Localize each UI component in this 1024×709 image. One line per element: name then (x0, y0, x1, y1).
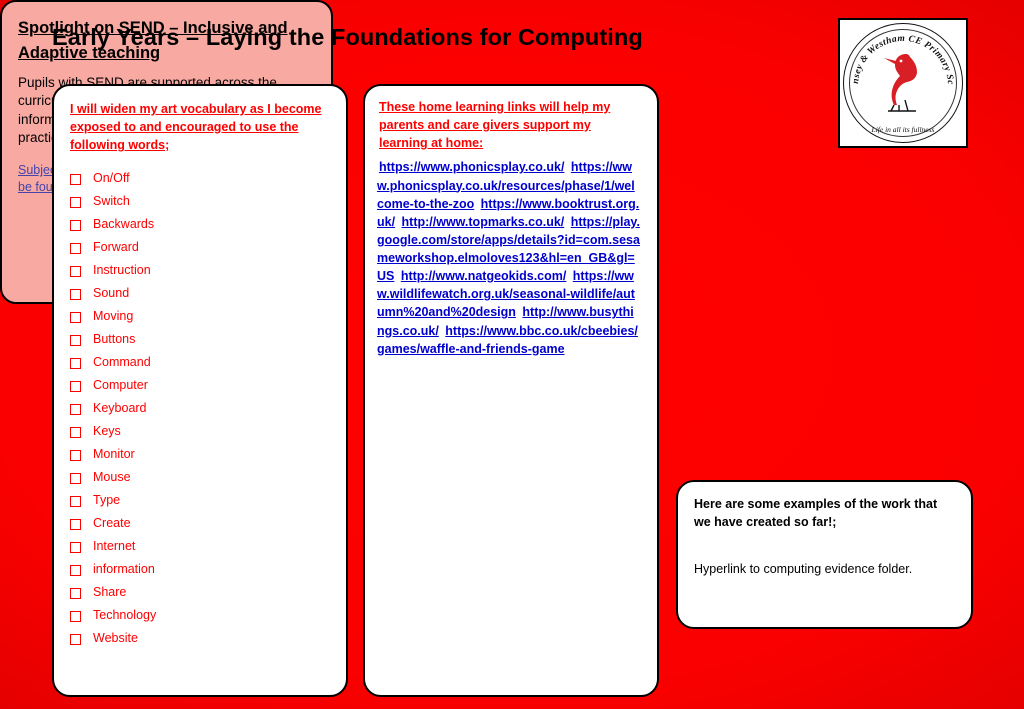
vocabulary-word: Backwards (93, 217, 155, 232)
square-bullet-icon (70, 496, 81, 508)
square-bullet-icon (70, 312, 81, 324)
list-item: Command (70, 355, 330, 370)
vocabulary-word: Keyboard (93, 401, 147, 416)
square-bullet-icon (70, 634, 81, 646)
square-bullet-icon (70, 197, 81, 209)
square-bullet-icon (70, 565, 81, 577)
list-item: information (70, 562, 330, 577)
square-bullet-icon (70, 358, 81, 370)
list-item: Buttons (70, 332, 330, 347)
logo-circle: Pevensey & Westham CE Primary School Lif… (843, 23, 963, 143)
list-item: Sound (70, 286, 330, 301)
vocabulary-word: Command (93, 355, 151, 370)
vocabulary-word: information (93, 562, 155, 577)
examples-heading: Here are some examples of the work that … (694, 497, 938, 529)
list-item: Mouse (70, 470, 330, 485)
home-learning-link[interactable]: http://www.natgeokids.com/ (399, 269, 567, 283)
list-item: Create (70, 516, 330, 531)
square-bullet-icon (70, 473, 81, 485)
square-bullet-icon (70, 450, 81, 462)
vocabulary-word: Mouse (93, 470, 131, 485)
home-learning-link[interactable]: https://www.phonicsplay.co.uk/ (377, 160, 564, 174)
square-bullet-icon (70, 588, 81, 600)
vocabulary-word: Create (93, 516, 131, 531)
square-bullet-icon (70, 243, 81, 255)
vocabulary-word: Moving (93, 309, 134, 324)
square-bullet-icon (70, 220, 81, 232)
links-heading: These home learning links will help my p… (379, 100, 611, 151)
page-title: Early Years – Laying the Foundations for… (52, 24, 643, 50)
vocabulary-word: Website (93, 631, 138, 646)
list-item: Share (70, 585, 330, 600)
list-item: Instruction (70, 263, 330, 278)
square-bullet-icon (70, 519, 81, 531)
vocabulary-word: Technology (93, 608, 157, 623)
vocabulary-heading: I will widen my art vocabulary as I beco… (70, 102, 322, 153)
square-bullet-icon (70, 611, 81, 623)
square-bullet-icon (70, 289, 81, 301)
list-item: Website (70, 631, 330, 646)
vocabulary-list: On/Off Switch Backwards Forward Instruct… (70, 171, 330, 646)
square-bullet-icon (70, 427, 81, 439)
home-learning-links-card: These home learning links will help my p… (363, 84, 659, 697)
square-bullet-icon (70, 542, 81, 554)
vocabulary-word: Keys (93, 424, 121, 439)
home-learning-link[interactable]: http://www.topmarks.co.uk/ (400, 215, 565, 229)
list-item: Keys (70, 424, 330, 439)
vocabulary-word: Type (93, 493, 121, 508)
list-item: Switch (70, 194, 330, 209)
work-examples-card: Here are some examples of the work that … (676, 480, 973, 629)
list-item: Backwards (70, 217, 330, 232)
list-item: Type (70, 493, 330, 508)
vocabulary-word: Buttons (93, 332, 136, 347)
square-bullet-icon (70, 404, 81, 416)
square-bullet-icon (70, 335, 81, 347)
list-item: Keyboard (70, 401, 330, 416)
list-item: Forward (70, 240, 330, 255)
list-item: Computer (70, 378, 330, 393)
list-item: Internet (70, 539, 330, 554)
vocabulary-word: Switch (93, 194, 130, 209)
vocabulary-word: Computer (93, 378, 148, 393)
vocabulary-word: Monitor (93, 447, 135, 462)
logo-motto: Life in all its fullness (871, 125, 935, 134)
square-bullet-icon (70, 174, 81, 186)
school-logo: Pevensey & Westham CE Primary School Lif… (838, 18, 968, 148)
square-bullet-icon (70, 381, 81, 393)
list-item: Technology (70, 608, 330, 623)
square-bullet-icon (70, 266, 81, 278)
vocabulary-word: Forward (93, 240, 139, 255)
vocabulary-word: Sound (93, 286, 130, 301)
vocabulary-word: Share (93, 585, 127, 600)
heron-bird-icon (884, 54, 917, 112)
vocabulary-card: I will widen my art vocabulary as I beco… (52, 84, 348, 697)
list-item: On/Off (70, 171, 330, 186)
vocabulary-word: Instruction (93, 263, 151, 278)
list-item: Monitor (70, 447, 330, 462)
slide: Early Years – Laying the Foundations for… (0, 0, 1024, 709)
vocabulary-word: On/Off (93, 171, 130, 186)
list-item: Moving (70, 309, 330, 324)
examples-body: Hyperlink to computing evidence folder. (694, 562, 913, 576)
vocabulary-word: Internet (93, 539, 136, 554)
